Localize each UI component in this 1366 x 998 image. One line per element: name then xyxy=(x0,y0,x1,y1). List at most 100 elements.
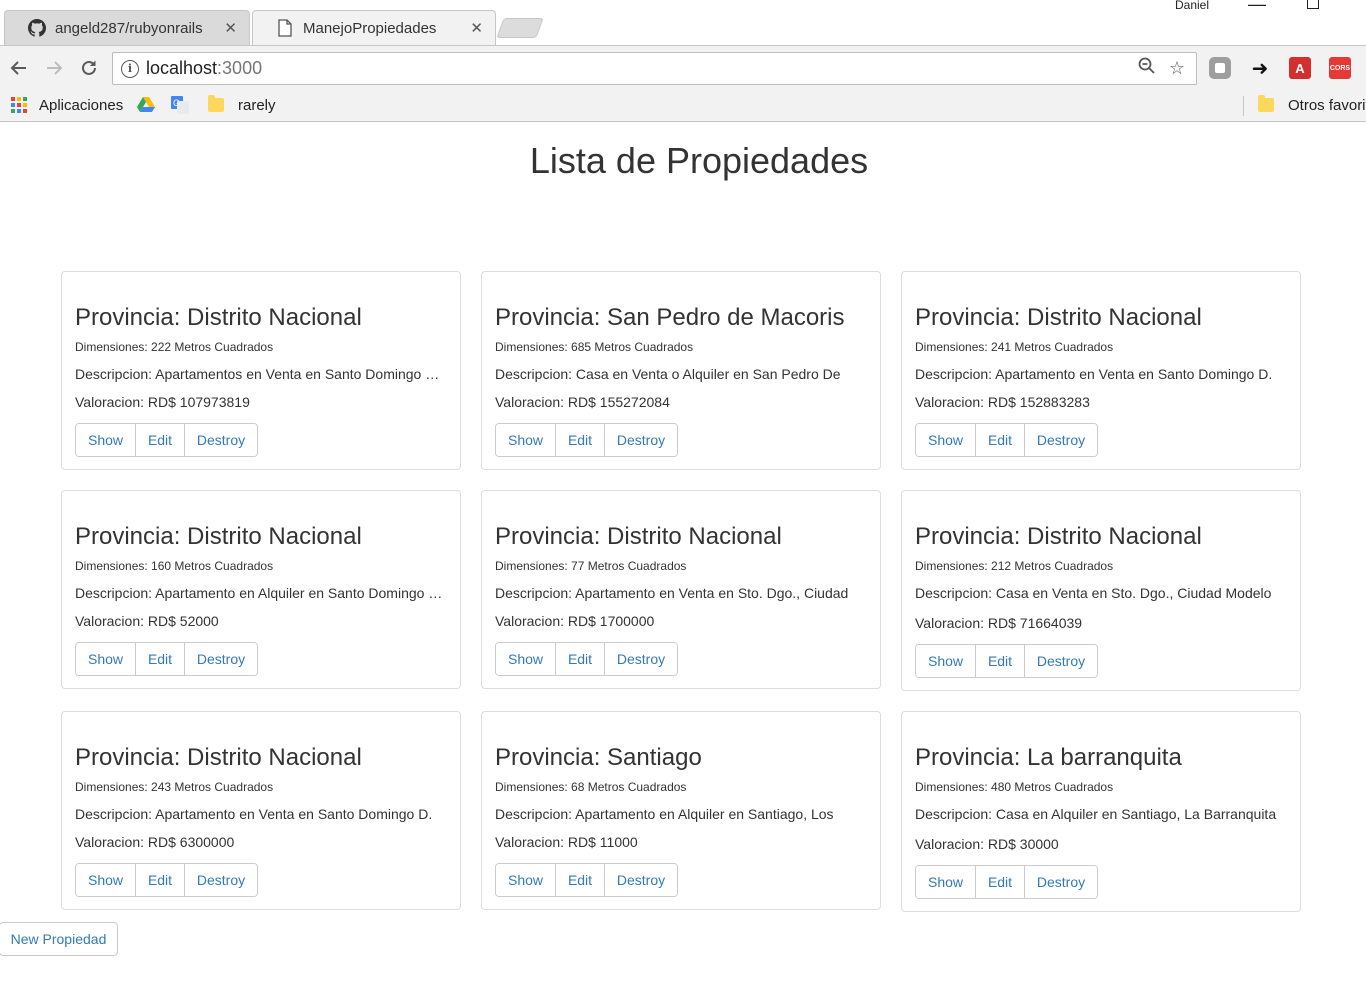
forward-icon[interactable] xyxy=(40,54,68,82)
edit-button[interactable]: Edit xyxy=(136,864,185,896)
back-icon[interactable] xyxy=(5,54,33,82)
destroy-button[interactable]: Destroy xyxy=(605,864,677,896)
address-bar[interactable]: i localhost:3000 ☆ xyxy=(112,52,1197,85)
property-card: Provincia: Santiago Dimensiones: 68 Metro… xyxy=(481,711,881,910)
url-port: :3000 xyxy=(217,58,263,78)
show-button[interactable]: Show xyxy=(496,424,556,456)
dimensiones-text: Dimensiones: 243 Metros Cuadrados xyxy=(75,780,274,794)
new-propiedad-button[interactable]: New Propiedad xyxy=(0,922,118,956)
tab-github[interactable]: angeld287/rubyonrails ✕ xyxy=(4,10,250,45)
dimensiones-text: Dimensiones: 685 Metros Cuadrados xyxy=(495,340,694,354)
property-card: Provincia: Distrito Nacional Dimensiones:… xyxy=(61,490,461,689)
valoracion-text: Valoracion: RD$ 6300000 xyxy=(75,834,235,850)
star-icon[interactable]: ☆ xyxy=(1162,58,1192,79)
show-button[interactable]: Show xyxy=(916,866,976,898)
zoom-out-icon[interactable] xyxy=(1132,57,1162,80)
other-bookmarks[interactable]: Otros favorit xyxy=(1258,94,1366,116)
show-button[interactable]: Show xyxy=(496,864,556,896)
dimensiones-text: Dimensiones: 160 Metros Cuadrados xyxy=(75,559,274,573)
browser-toolbar: i localhost:3000 ☆ ➜ A CORS xyxy=(0,45,1366,90)
property-card: Provincia: Distrito Nacional Dimensiones:… xyxy=(61,711,461,910)
show-button[interactable]: Show xyxy=(76,643,136,675)
descripcion-text: Descripcion: Apartamento en Venta en San… xyxy=(915,366,1273,382)
show-button[interactable]: Show xyxy=(76,424,136,456)
pdf-extension-icon[interactable]: A xyxy=(1289,57,1311,79)
dimensiones-text: Dimensiones: 77 Metros Cuadrados xyxy=(495,559,687,573)
tab-title: ManejoPropiedades xyxy=(303,19,437,37)
google-translate-icon: G xyxy=(171,96,189,114)
close-icon[interactable]: ✕ xyxy=(470,19,483,37)
rarely-label: rarely xyxy=(238,96,276,114)
valoracion-text: Valoracion: RD$ 107973819 xyxy=(75,394,250,410)
google-drive-bookmark[interactable] xyxy=(137,94,155,116)
descripcion-text: Descripcion: Apartamentos en Venta en Sa… xyxy=(75,366,447,382)
property-card: Provincia: Distrito Nacional Dimensiones:… xyxy=(901,271,1301,470)
tab-manejo-propiedades[interactable]: ManejoPropiedades ✕ xyxy=(252,10,496,45)
show-button[interactable]: Show xyxy=(496,643,556,675)
rarely-folder-bookmark[interactable]: rarely xyxy=(208,94,276,116)
property-card: Provincia: Distrito Nacional Dimensiones:… xyxy=(901,490,1301,691)
new-tab-button[interactable] xyxy=(496,18,544,38)
apps-label: Aplicaciones xyxy=(39,96,124,114)
edit-button[interactable]: Edit xyxy=(556,643,605,675)
valoracion-text: Valoracion: RD$ 11000 xyxy=(495,834,638,850)
destroy-button[interactable]: Destroy xyxy=(1025,866,1097,898)
destroy-button[interactable]: Destroy xyxy=(185,424,257,456)
destroy-button[interactable]: Destroy xyxy=(1025,424,1097,456)
action-button-group: Show Edit Destroy xyxy=(75,863,258,897)
destroy-button[interactable]: Destroy xyxy=(1025,645,1097,677)
descripcion-text: Descripcion: Casa en Venta o Alquiler en… xyxy=(495,366,841,382)
action-button-group: Show Edit Destroy xyxy=(915,423,1098,457)
property-card: Provincia: San Pedro de Macoris Dimension… xyxy=(481,271,881,470)
info-icon[interactable]: i xyxy=(121,59,139,78)
destroy-button[interactable]: Destroy xyxy=(605,424,677,456)
action-button-group: Show Edit Destroy xyxy=(495,863,678,897)
show-button[interactable]: Show xyxy=(916,424,976,456)
edit-button[interactable]: Edit xyxy=(136,643,185,675)
shield-extension-icon[interactable] xyxy=(1209,57,1231,79)
destroy-button[interactable]: Destroy xyxy=(185,864,257,896)
descripcion-text: Descripcion: Apartamento en Alquiler en … xyxy=(75,585,447,601)
apps-bookmark[interactable]: Aplicaciones xyxy=(11,94,123,116)
descripcion-text: Descripcion: Casa en Venta en Sto. Dgo.,… xyxy=(915,585,1272,601)
maximize-icon[interactable] xyxy=(1307,0,1319,12)
edit-button[interactable]: Edit xyxy=(976,645,1025,677)
property-card: Provincia: Distrito Nacional Dimensiones:… xyxy=(61,271,461,470)
valoracion-text: Valoracion: RD$ 1700000 xyxy=(495,613,655,629)
cors-extension-icon[interactable]: CORS xyxy=(1329,57,1351,79)
folder-icon xyxy=(208,95,224,112)
property-card: Provincia: Distrito Nacional Dimensiones:… xyxy=(481,490,881,689)
valoracion-text: Valoracion: RD$ 30000 xyxy=(915,836,1059,852)
google-drive-icon xyxy=(137,97,155,112)
close-icon[interactable]: ✕ xyxy=(224,19,237,37)
url-host: localhost xyxy=(146,58,218,78)
valoracion-text: Valoracion: RD$ 152883283 xyxy=(915,394,1090,410)
share-arrow-icon[interactable]: ➜ xyxy=(1249,57,1271,80)
descripcion-text: Descripcion: Apartamento en Alquiler en … xyxy=(495,806,834,822)
google-translate-bookmark[interactable]: G xyxy=(171,94,189,116)
dimensiones-text: Dimensiones: 68 Metros Cuadrados xyxy=(495,780,687,794)
destroy-button[interactable]: Destroy xyxy=(185,643,257,675)
action-button-group: Show Edit Destroy xyxy=(75,423,258,457)
provincia-heading: Provincia: Distrito Nacional xyxy=(495,523,782,550)
edit-button[interactable]: Edit xyxy=(136,424,185,456)
provincia-heading: Provincia: Distrito Nacional xyxy=(75,523,362,550)
dimensiones-text: Dimensiones: 212 Metros Cuadrados xyxy=(915,559,1114,573)
edit-button[interactable]: Edit xyxy=(976,424,1025,456)
show-button[interactable]: Show xyxy=(916,645,976,677)
profile-name[interactable]: Daniel xyxy=(1175,0,1209,12)
other-bookmarks-label: Otros favorit xyxy=(1288,96,1366,114)
descripcion-text: Descripcion: Casa en Alquiler en Santiag… xyxy=(915,806,1277,822)
tab-strip: angeld287/rubyonrails ✕ ManejoPropiedade… xyxy=(0,0,1366,45)
minimize-icon[interactable]: — xyxy=(1248,0,1266,15)
reload-icon[interactable] xyxy=(75,54,103,82)
edit-button[interactable]: Edit xyxy=(556,424,605,456)
edit-button[interactable]: Edit xyxy=(976,866,1025,898)
page-icon xyxy=(275,18,295,38)
destroy-button[interactable]: Destroy xyxy=(605,643,677,675)
provincia-heading: Provincia: Distrito Nacional xyxy=(915,523,1202,550)
provincia-heading: Provincia: Distrito Nacional xyxy=(915,304,1202,331)
show-button[interactable]: Show xyxy=(76,864,136,896)
edit-button[interactable]: Edit xyxy=(556,864,605,896)
url-text[interactable]: localhost:3000 xyxy=(146,58,1132,79)
